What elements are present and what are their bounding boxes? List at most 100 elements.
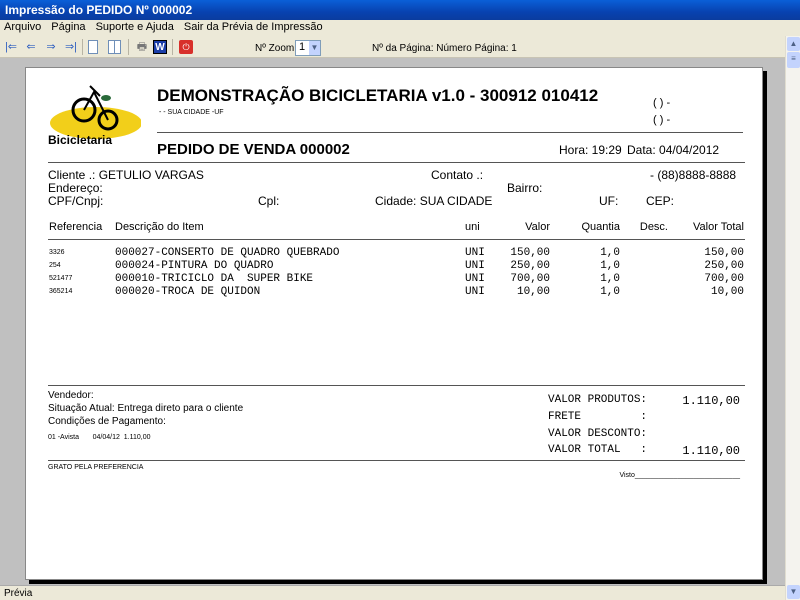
item-quantity: 1,0 (600, 246, 620, 259)
item-unit: UNI (465, 272, 485, 285)
col-uni: uni (465, 220, 480, 233)
col-qtd: Quantia (581, 220, 620, 233)
phone-1: ( ) - (653, 97, 671, 109)
menu-pagina[interactable]: Página (51, 21, 85, 35)
client-name: Cliente .: GETULIO VARGAS (48, 168, 204, 182)
item-price: 250,00 (510, 259, 550, 272)
item-discount (621, 246, 669, 259)
item-total: 150,00 (704, 246, 744, 259)
payment-conditions-label: Condições de Pagamento: (48, 416, 166, 427)
divider (48, 460, 745, 461)
client-phone: - (88)8888-8888 (650, 168, 737, 182)
scroll-up-icon[interactable]: ▲ (787, 37, 800, 51)
col-ref: Referencia (49, 220, 103, 233)
item-ref: 365214 (49, 288, 73, 295)
item-ref: 521477 (49, 275, 73, 282)
divider (48, 239, 745, 240)
separator (172, 39, 173, 55)
first-page-icon[interactable]: |⇐ (4, 40, 18, 54)
divider (48, 162, 745, 163)
item-total: 700,00 (704, 272, 744, 285)
seller-label: Vendedor: (48, 390, 94, 401)
item-unit: UNI (465, 285, 485, 298)
uf-label: UF: (599, 194, 619, 208)
company-name: DEMONSTRAÇÃO BICICLETARIA v1.0 - 300912 … (157, 86, 599, 105)
discount-label: VALOR DESCONTO: (548, 428, 648, 440)
item-quantity: 1,0 (600, 285, 620, 298)
menu-suporte[interactable]: Suporte e Ajuda (96, 21, 174, 35)
chevron-down-icon[interactable]: ▼ (309, 41, 320, 55)
item-total: 10,00 (710, 285, 744, 298)
item-discount (621, 272, 669, 285)
item-description: 000024-PINTURA DO QUADRO (115, 259, 274, 272)
item-quantity: 1,0 (600, 272, 620, 285)
status-situation: Situação Atual: Entrega direto para o cl… (48, 403, 244, 414)
payment-installment: 01 -Avista 04/04/12 1.110,00 (48, 434, 151, 441)
products-total: 1.110,00 (682, 394, 740, 408)
next-page-icon[interactable]: ⇒ (44, 40, 58, 54)
menu-sair[interactable]: Sair da Prévia de Impressão (184, 21, 323, 35)
order-title: PEDIDO DE VENDA 000002 (157, 141, 350, 158)
menu-arquivo[interactable]: Arquivo (4, 21, 41, 35)
prev-page-icon[interactable]: ⇐ (24, 40, 38, 54)
two-pages-icon[interactable] (108, 40, 121, 54)
page-number-label: Nº da Página: Número Página: 1 (372, 43, 517, 54)
print-icon[interactable]: 🖶 (135, 40, 149, 54)
table-row: 521477 000010-TRICICLO DA SUPER BIKE UNI 70… (48, 272, 745, 285)
order-date: Data: 04/04/2012 (627, 143, 720, 157)
item-discount (621, 285, 669, 298)
products-total-label: VALOR PRODUTOS: (548, 394, 648, 406)
item-discount (621, 259, 669, 272)
last-page-icon[interactable]: ⇒| (64, 40, 78, 54)
window-title: Impressão do PEDIDO Nº 000002 (0, 0, 800, 20)
phone-2: ( ) - (653, 114, 671, 126)
menu-bar: Arquivo Página Suporte e Ajuda Sair da P… (0, 20, 800, 36)
company-address: - - SUA CIDADE -UF (159, 109, 224, 116)
item-price: 10,00 (516, 285, 550, 298)
cpf-label: CPF/Cnpj: (48, 194, 104, 208)
item-ref: 254 (49, 262, 61, 269)
single-page-icon[interactable] (88, 40, 98, 54)
footer-thanks: GRATO PELA PREFERENCIA (48, 464, 144, 471)
items-header: Referencia Descrição do Item uni Valor Q… (48, 220, 745, 233)
cpl-label: Cpl: (258, 194, 280, 208)
scroll-thumb[interactable]: ≡ (787, 52, 800, 68)
vertical-scrollbar[interactable]: ▲ ≡ ▼ (785, 36, 800, 600)
item-ref: 3326 (49, 249, 65, 256)
zoom-label: Nº Zoom (255, 43, 295, 54)
bicicletaria-logo: Bicicletaria (48, 85, 141, 147)
zoom-select[interactable]: 1 ▼ (295, 40, 321, 56)
col-desc-val: Desc. (639, 220, 668, 233)
col-valor: Valor (525, 220, 550, 233)
freight-label: FRETE : (548, 411, 648, 423)
grand-total-label: VALOR TOTAL : (548, 444, 648, 456)
table-row: 365214 000020-TROCA DE QUIDON UNI 10,00 1,0 1… (48, 285, 745, 298)
item-description: 000010-TRICICLO DA SUPER BIKE (115, 272, 314, 285)
col-total: Valor Total (693, 220, 744, 233)
city: Cidade: SUA CIDADE (375, 194, 493, 208)
grand-total: 1.110,00 (682, 444, 740, 458)
zoom-value: 1 (299, 41, 306, 53)
order-time: Hora: 19:29 (559, 143, 622, 157)
status-bar: Prévia (0, 585, 785, 600)
scroll-down-icon[interactable]: ▼ (787, 585, 800, 599)
item-unit: UNI (465, 259, 485, 272)
item-description: 000027-CONSERTO DE QUADRO QUEBRADO (115, 246, 340, 259)
separator (128, 39, 129, 55)
table-row: 3326 000027-CONSERTO DE QUADRO QUEBRADO UN… (48, 246, 745, 259)
cep-label: CEP: (646, 194, 675, 208)
divider (48, 385, 745, 386)
item-price: 700,00 (510, 272, 550, 285)
contact-label: Contato .: (431, 168, 484, 182)
report-page: Bicicletaria DEMONSTRAÇÃO BICICLETARIA v… (25, 67, 763, 580)
item-total: 250,00 (704, 259, 744, 272)
item-unit: UNI (465, 246, 485, 259)
item-quantity: 1,0 (600, 259, 620, 272)
exit-icon[interactable]: ⏻ (179, 40, 193, 54)
district-label: Bairro: (507, 181, 543, 195)
divider (157, 132, 743, 133)
item-description: 000020-TROCA DE QUIDON (115, 285, 261, 298)
separator (82, 39, 83, 55)
word-export-icon[interactable]: W (153, 40, 167, 54)
table-row: 254 000024-PINTURA DO QUADRO UNI 250,00 1,0 2… (48, 259, 745, 272)
